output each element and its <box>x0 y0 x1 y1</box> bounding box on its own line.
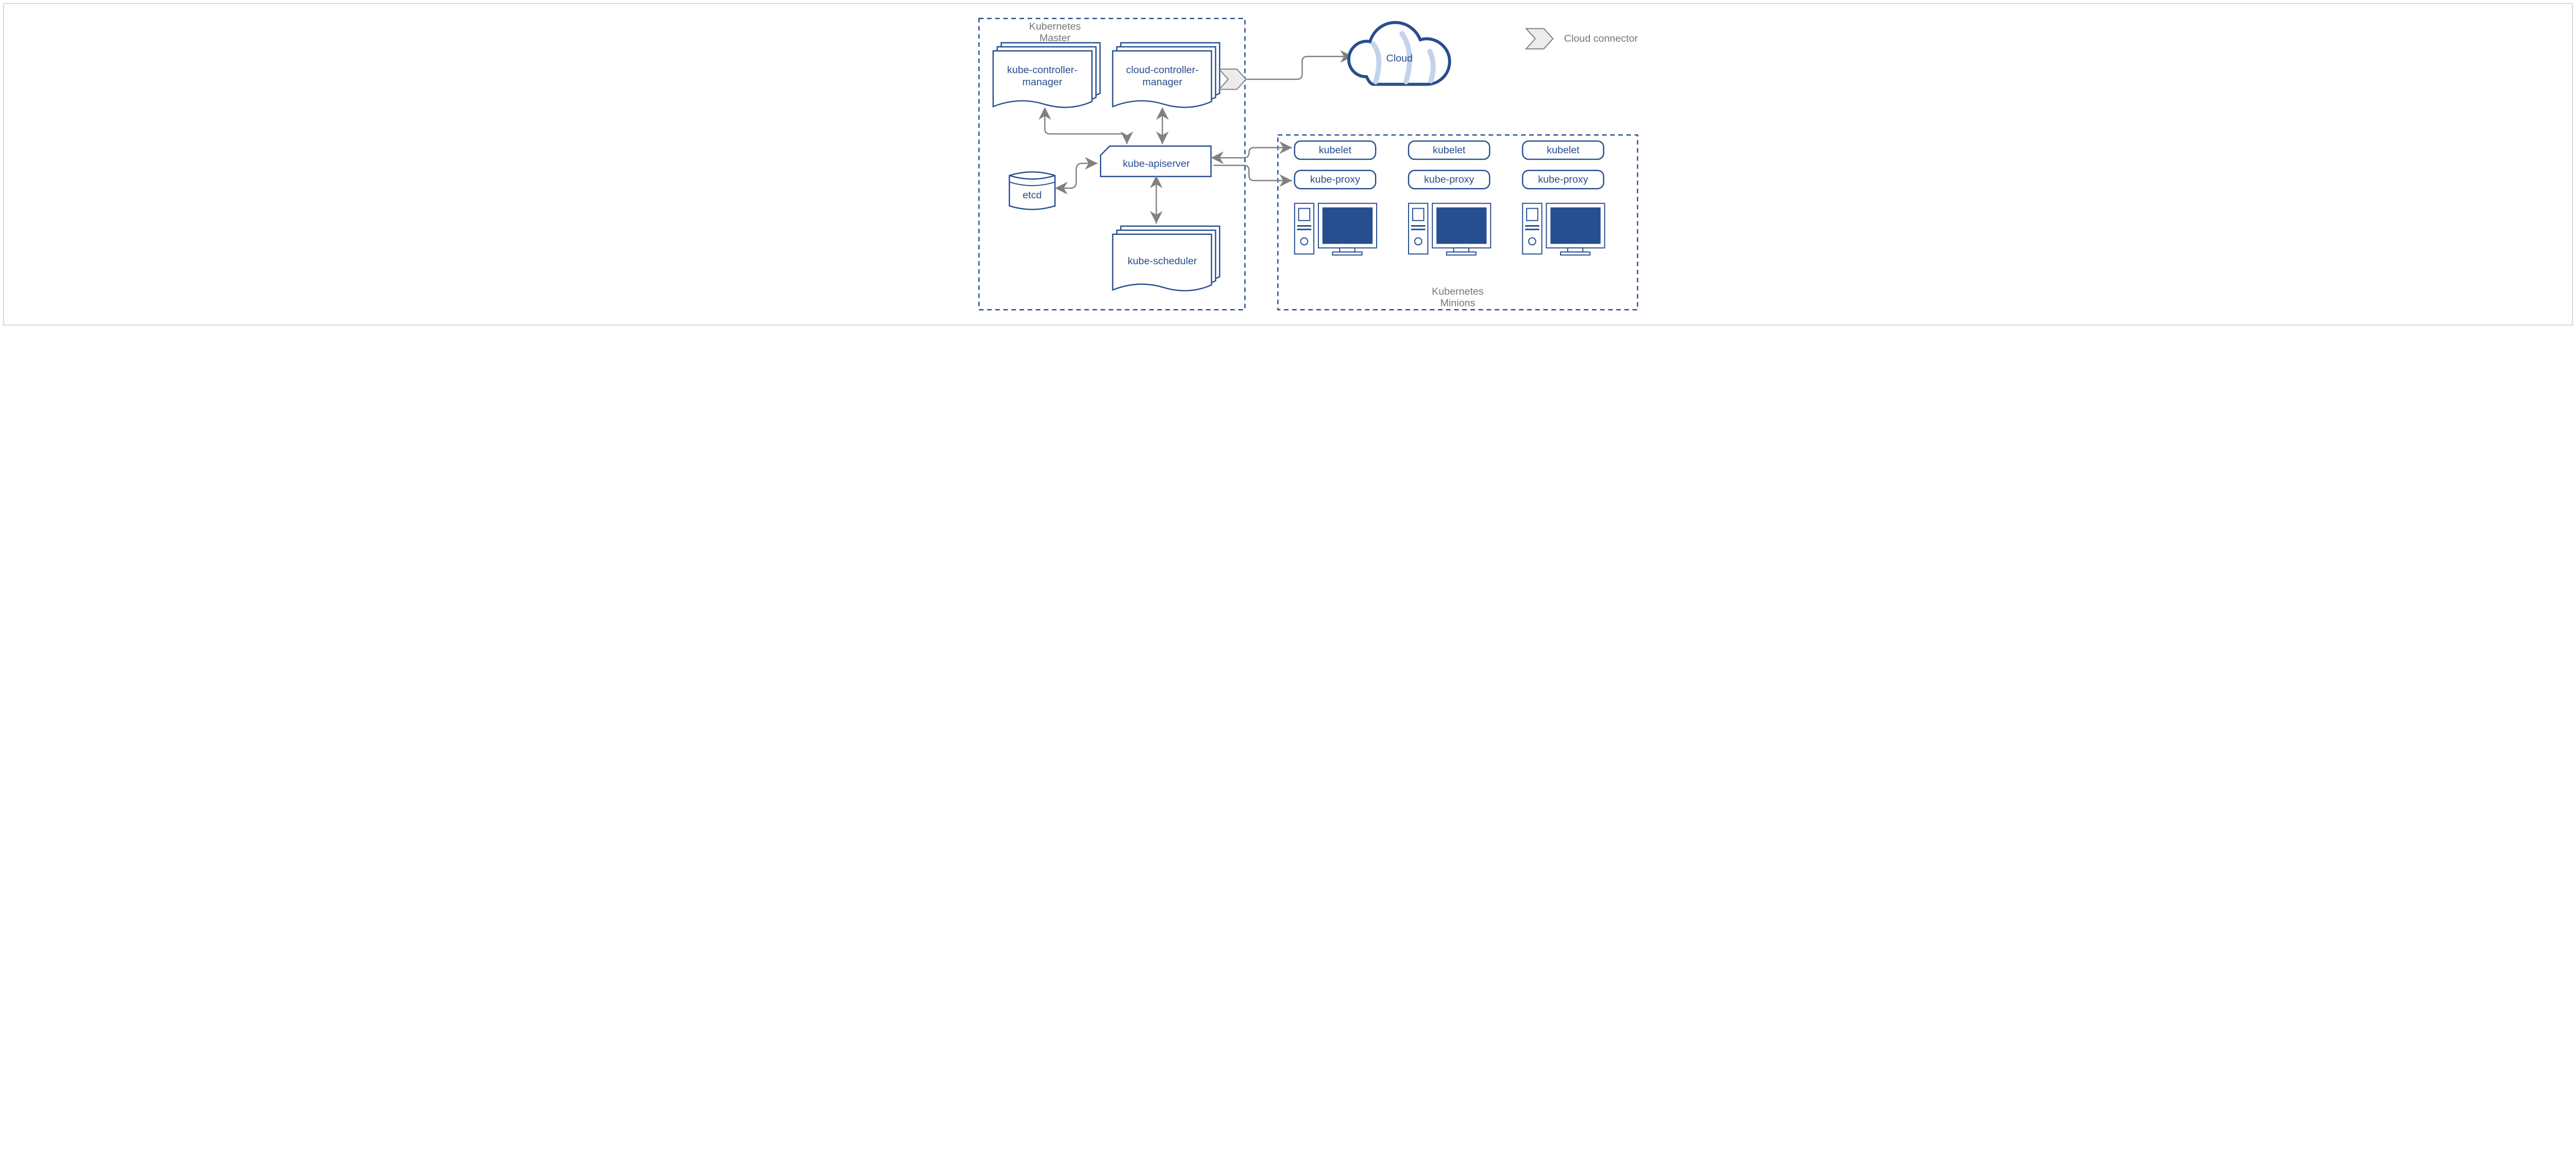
kubeproxy-3-label: kube-proxy <box>1538 174 1588 185</box>
diagram-frame: Kubernetes Master kube-controller- manag… <box>3 3 2573 326</box>
apiserver-label: kube-apiserver <box>1123 158 1190 169</box>
ccm-label-l1: cloud-controller- <box>1126 64 1199 76</box>
legend: Cloud connector <box>1526 29 1638 49</box>
arrow-etcd-api <box>1058 163 1098 188</box>
etcd: etcd <box>1009 172 1055 210</box>
architecture-diagram: Kubernetes Master kube-controller- manag… <box>13 13 2563 317</box>
kcm-label-l1: kube-controller- <box>1007 64 1078 76</box>
kube-controller-manager: kube-controller- manager <box>993 43 1100 107</box>
arrow-kcm-api <box>1045 110 1127 144</box>
minion-1: kubelet kube-proxy <box>1295 141 1377 255</box>
kubelet-3-label: kubelet <box>1547 144 1580 156</box>
cloud-label: Cloud <box>1386 53 1413 64</box>
arrow-api-kubelet <box>1213 148 1292 158</box>
arrow-api-kubeproxy <box>1213 165 1292 181</box>
computer-icon <box>1295 203 1377 255</box>
connector-chevron <box>1219 69 1246 89</box>
master-title-l1: Kubernetes <box>1029 21 1081 32</box>
etcd-label: etcd <box>1023 190 1042 201</box>
kubeproxy-1-label: kube-proxy <box>1310 174 1360 185</box>
master-title-l2: Master <box>1040 32 1071 44</box>
minion-3: kubelet kube-proxy <box>1522 141 1604 255</box>
scheduler-label: kube-scheduler <box>1128 256 1197 267</box>
kcm-label-l2: manager <box>1022 77 1062 88</box>
kubelet-1-label: kubelet <box>1319 144 1352 156</box>
kube-apiserver: kube-apiserver <box>1100 146 1211 177</box>
minions-title-l1: Kubernetes <box>1432 286 1484 297</box>
computer-icon <box>1409 203 1490 255</box>
legend-chevron-icon <box>1526 29 1553 49</box>
legend-label: Cloud connector <box>1564 33 1638 44</box>
arrow-ccm-to-cloud <box>1246 57 1353 79</box>
kubeproxy-2-label: kube-proxy <box>1424 174 1474 185</box>
minions-title-l2: Minions <box>1440 297 1476 309</box>
computer-icon <box>1522 203 1604 255</box>
kube-scheduler: kube-scheduler <box>1113 226 1219 291</box>
ccm-label-l2: manager <box>1142 77 1182 88</box>
cloud-controller-manager: cloud-controller- manager <box>1113 43 1219 107</box>
minion-2: kubelet kube-proxy <box>1409 141 1490 255</box>
kubelet-2-label: kubelet <box>1433 144 1466 156</box>
cloud: Cloud <box>1349 23 1450 84</box>
